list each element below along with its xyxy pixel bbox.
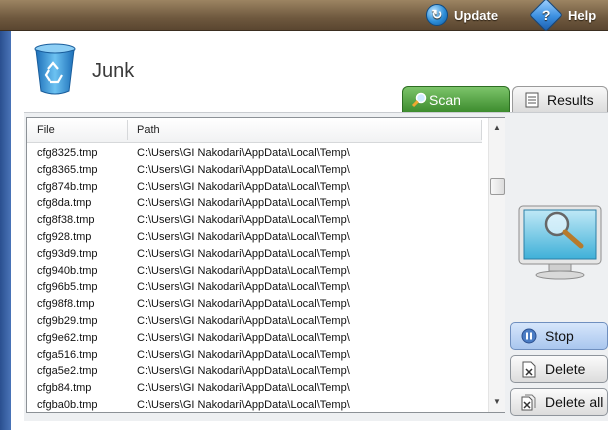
file-list[interactable]: File Path cfg8325.tmp C:\Users\GI Nakodar… (26, 117, 505, 413)
file-name: cfg93d9.tmp (37, 247, 98, 260)
file-path: C:\Users\GI Nakodari\AppData\Local\Temp\ (137, 331, 350, 344)
table-row[interactable]: cfg8365.tmp C:\Users\GI Nakodari\AppData\… (27, 162, 482, 179)
scroll-up-arrow-icon[interactable]: ▲ (489, 120, 505, 136)
help-button[interactable]: ? Help (529, 0, 597, 32)
help-icon: ? (529, 0, 563, 32)
update-button[interactable]: ↻ Update (426, 3, 498, 27)
list-header: File Path (27, 118, 482, 143)
scroll-down-arrow-icon[interactable]: ▼ (489, 394, 505, 410)
table-row[interactable]: cfgb84.tmp C:\Users\GI Nakodari\AppData\L… (27, 380, 482, 397)
file-path: C:\Users\GI Nakodari\AppData\Local\Temp\ (137, 382, 350, 395)
table-row[interactable]: cfg93d9.tmp C:\Users\GI Nakodari\AppData\… (27, 246, 482, 263)
table-row[interactable]: cfg928.tmp C:\Users\GI Nakodari\AppData\L… (27, 229, 482, 246)
file-path: C:\Users\GI Nakodari\AppData\Local\Temp\ (137, 365, 350, 378)
file-name: cfgba0b.tmp (37, 398, 98, 411)
document-icon (525, 92, 539, 108)
file-name: cfga5e2.tmp (37, 365, 98, 378)
file-path: C:\Users\GI Nakodari\AppData\Local\Temp\ (137, 214, 350, 227)
monitor-scan-icon (518, 205, 602, 280)
left-accent-strip (0, 31, 11, 430)
file-name: cfg874b.tmp (37, 180, 98, 193)
file-name: cfg940b.tmp (37, 264, 98, 277)
table-row[interactable]: cfg874b.tmp C:\Users\GI Nakodari\AppData\… (27, 179, 482, 196)
delete-label: Delete (545, 361, 586, 377)
stop-label: Stop (545, 328, 574, 344)
table-row[interactable]: cfgba0b.tmp C:\Users\GI Nakodari\AppData\… (27, 397, 482, 414)
table-row[interactable]: cfg96b5.tmp C:\Users\GI Nakodari\AppData\… (27, 279, 482, 296)
delete-button[interactable]: Delete (510, 355, 608, 383)
table-row[interactable]: cfg9b29.tmp C:\Users\GI Nakodari\AppData\… (27, 313, 482, 330)
file-name: cfg9b29.tmp (37, 314, 98, 327)
vertical-scrollbar[interactable]: ▲ ▼ (488, 118, 505, 412)
file-path: C:\Users\GI Nakodari\AppData\Local\Temp\ (137, 197, 350, 210)
tab-results-label: Results (547, 91, 594, 108)
file-name: cfg8365.tmp (37, 163, 98, 176)
file-path: C:\Users\GI Nakodari\AppData\Local\Temp\ (137, 230, 350, 243)
file-name: cfga516.tmp (37, 348, 98, 361)
file-path: C:\Users\GI Nakodari\AppData\Local\Temp\ (137, 264, 350, 277)
delete-all-label: Delete all (545, 394, 604, 410)
update-label: Update (454, 7, 499, 23)
file-path: C:\Users\GI Nakodari\AppData\Local\Temp\ (137, 348, 350, 361)
file-name: cfgb84.tmp (37, 382, 92, 395)
file-path: C:\Users\GI Nakodari\AppData\Local\Temp\ (137, 298, 350, 311)
recycle-bin-icon (34, 43, 76, 95)
refresh-icon: ↻ (426, 4, 448, 26)
file-path: C:\Users\GI Nakodari\AppData\Local\Temp\ (137, 180, 350, 193)
page-title: Junk (92, 60, 135, 82)
list-rows: cfg8325.tmp C:\Users\GI Nakodari\AppData\… (27, 145, 482, 414)
pause-icon (521, 328, 537, 344)
tab-results[interactable]: Results (512, 86, 608, 112)
file-name: cfg8f38.tmp (37, 214, 95, 227)
tab-scan[interactable]: Scan (402, 86, 510, 112)
table-row[interactable]: cfg9e62.tmp C:\Users\GI Nakodari\AppData\… (27, 330, 482, 347)
delete-all-button[interactable]: Delete all (510, 388, 608, 416)
column-header-file[interactable]: File (37, 124, 55, 136)
table-row[interactable]: cfg8325.tmp C:\Users\GI Nakodari\AppData\… (27, 145, 482, 162)
table-row[interactable]: cfga516.tmp C:\Users\GI Nakodari\AppData\… (27, 347, 482, 364)
file-path: C:\Users\GI Nakodari\AppData\Local\Temp\ (137, 281, 350, 294)
table-row[interactable]: cfg8da.tmp C:\Users\GI Nakodari\AppData\L… (27, 195, 482, 212)
table-row[interactable]: cfg98f8.tmp C:\Users\GI Nakodari\AppData\… (27, 296, 482, 313)
tab-scan-label: Scan (429, 91, 461, 108)
file-name: cfg98f8.tmp (37, 298, 95, 311)
top-toolbar: ↻ Update ? Help (0, 0, 608, 32)
delete-file-icon (522, 361, 536, 378)
table-row[interactable]: cfg940b.tmp C:\Users\GI Nakodari\AppData\… (27, 263, 482, 280)
table-row[interactable]: cfg8f38.tmp C:\Users\GI Nakodari\AppData\… (27, 212, 482, 229)
scrollbar-thumb[interactable] (490, 178, 505, 195)
file-name: cfg8325.tmp (37, 147, 98, 159)
file-path: C:\Users\GI Nakodari\AppData\Local\Temp\ (137, 163, 350, 176)
column-header-path[interactable]: Path (137, 124, 160, 136)
file-name: cfg9e62.tmp (37, 331, 98, 344)
stop-button[interactable]: Stop (510, 322, 608, 350)
file-name: cfg8da.tmp (37, 197, 92, 210)
file-path: C:\Users\GI Nakodari\AppData\Local\Temp\ (137, 247, 350, 260)
delete-all-files-icon (521, 394, 536, 411)
column-divider[interactable] (127, 120, 128, 140)
file-name: cfg96b5.tmp (37, 281, 98, 294)
file-path: C:\Users\GI Nakodari\AppData\Local\Temp\ (137, 147, 350, 159)
help-glyph: ? (541, 6, 551, 23)
file-path: C:\Users\GI Nakodari\AppData\Local\Temp\ (137, 398, 350, 411)
magnifier-icon (411, 92, 427, 108)
column-divider[interactable] (481, 120, 482, 140)
file-name: cfg928.tmp (37, 230, 92, 243)
help-label: Help (568, 7, 597, 23)
table-row[interactable]: cfga5e2.tmp C:\Users\GI Nakodari\AppData\… (27, 363, 482, 380)
file-path: C:\Users\GI Nakodari\AppData\Local\Temp\ (137, 314, 350, 327)
